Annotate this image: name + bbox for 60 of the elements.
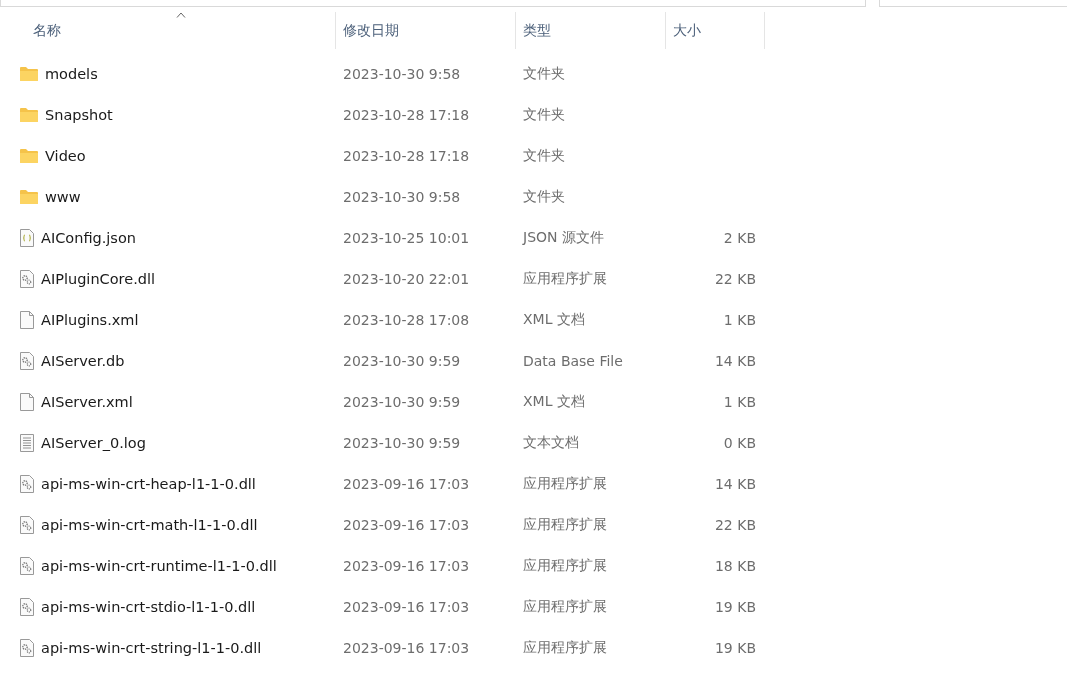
file-type: XML 文档 [523, 392, 585, 411]
file-size: 22 KB [714, 270, 756, 287]
file-type: 文件夹 [523, 187, 565, 206]
file-name[interactable]: api-ms-win-crt-math-l1-1-0.dll [41, 516, 258, 533]
file-size: 19 KB [714, 639, 756, 656]
modified-date: 2023-10-30 9:58 [343, 65, 461, 82]
file-size: 0 KB [723, 434, 756, 451]
modified-date: 2023-10-28 17:18 [343, 147, 470, 164]
file-name[interactable]: AIServer.xml [41, 393, 133, 410]
modified-date: 2023-09-16 17:03 [343, 475, 470, 492]
file-name[interactable]: Snapshot [45, 106, 113, 123]
file-size: 14 KB [714, 475, 756, 492]
modified-date: 2023-10-20 22:01 [343, 270, 470, 287]
file-name[interactable]: api-ms-win-crt-string-l1-1-0.dll [41, 639, 262, 656]
file-name[interactable]: AIPlugins.xml [41, 311, 139, 328]
file-size: 1 KB [723, 311, 756, 328]
modified-date: 2023-09-16 17:03 [343, 639, 470, 656]
column-header[interactable]: 类型 [523, 21, 551, 40]
file-type: 应用程序扩展 [523, 515, 607, 534]
file-size: 14 KB [714, 352, 756, 369]
file-type: 应用程序扩展 [523, 556, 607, 575]
modified-date: 2023-10-30 9:59 [343, 393, 461, 410]
file-size: 1 KB [723, 393, 756, 410]
file-size: 22 KB [714, 516, 756, 533]
column-header[interactable]: 名称 [33, 21, 61, 40]
file-name[interactable]: AIServer.db [41, 352, 125, 369]
file-type: 文件夹 [523, 146, 565, 165]
file-type: Data Base File [523, 352, 623, 369]
column-header[interactable]: 大小 [673, 21, 701, 40]
file-size: 19 KB [714, 598, 756, 615]
modified-date: 2023-10-30 9:59 [343, 352, 461, 369]
file-type: 文本文档 [523, 433, 579, 452]
file-name[interactable]: AIPluginCore.dll [41, 270, 155, 287]
file-type: 应用程序扩展 [523, 269, 607, 288]
file-type: 应用程序扩展 [523, 597, 607, 616]
file-type: 文件夹 [523, 64, 565, 83]
file-type: 应用程序扩展 [523, 474, 607, 493]
modified-date: 2023-09-16 17:03 [343, 516, 470, 533]
modified-date: 2023-09-16 17:03 [343, 598, 470, 615]
file-size: 2 KB [723, 229, 756, 246]
file-name[interactable]: Video [45, 147, 86, 164]
file-type: 应用程序扩展 [523, 638, 607, 657]
file-name[interactable]: api-ms-win-crt-runtime-l1-1-0.dll [41, 557, 277, 574]
file-name[interactable]: AIServer_0.log [41, 434, 146, 451]
modified-date: 2023-09-16 17:03 [343, 557, 470, 574]
modified-date: 2023-10-28 17:08 [343, 311, 470, 328]
file-name[interactable]: api-ms-win-crt-heap-l1-1-0.dll [41, 475, 256, 492]
file-size: 18 KB [714, 557, 756, 574]
file-name[interactable]: models [45, 65, 98, 82]
file-type: JSON 源文件 [523, 228, 604, 247]
modified-date: 2023-10-30 9:58 [343, 188, 461, 205]
file-name[interactable]: AIConfig.json [41, 229, 136, 246]
file-type: XML 文档 [523, 310, 585, 329]
column-header[interactable]: 修改日期 [343, 21, 399, 40]
file-name[interactable]: www [45, 188, 81, 205]
modified-date: 2023-10-28 17:18 [343, 106, 470, 123]
file-name[interactable]: api-ms-win-crt-stdio-l1-1-0.dll [41, 598, 256, 615]
modified-date: 2023-10-30 9:59 [343, 434, 461, 451]
modified-date: 2023-10-25 10:01 [343, 229, 470, 246]
file-type: 文件夹 [523, 105, 565, 124]
